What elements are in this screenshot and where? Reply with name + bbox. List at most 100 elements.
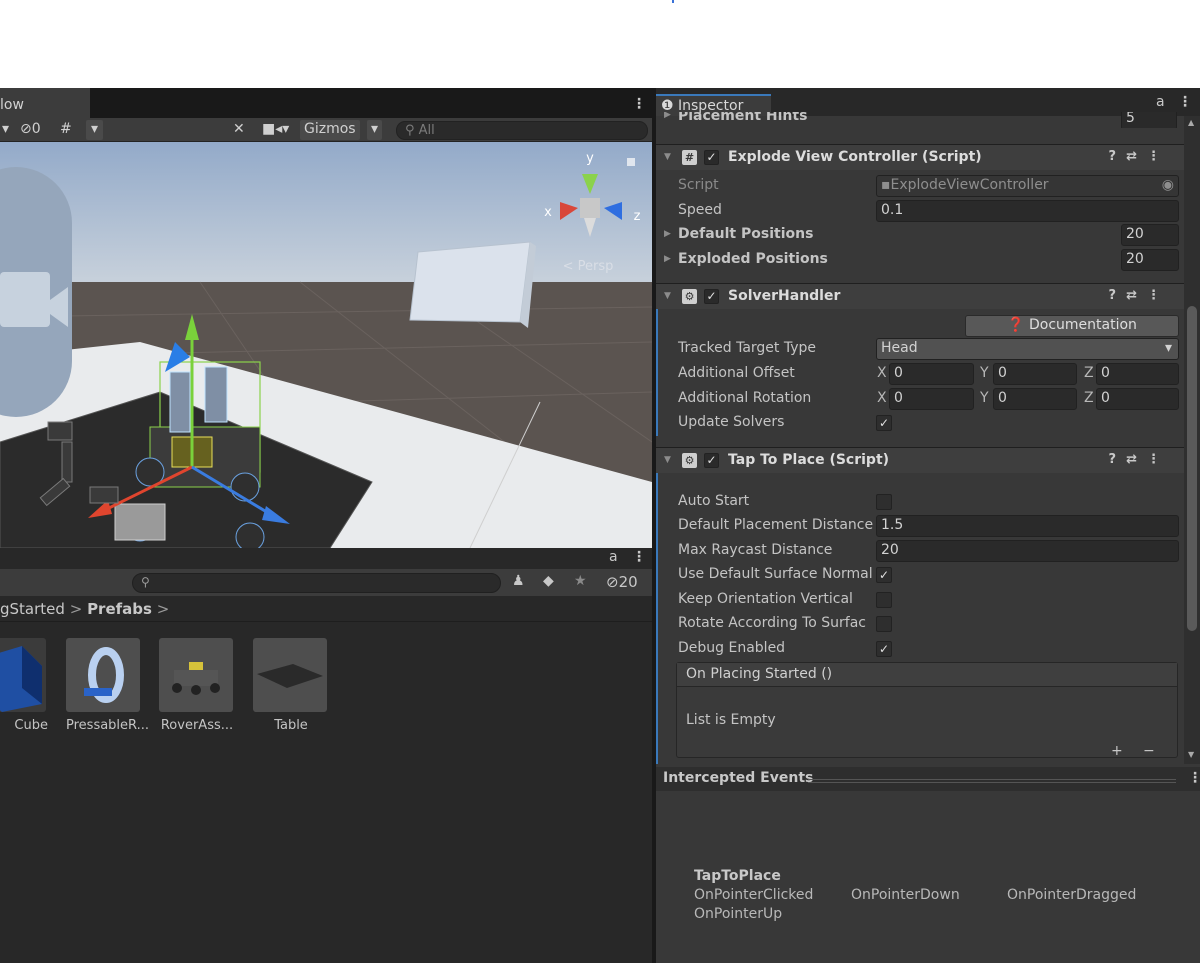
tracked-target-dropdown[interactable]: Head ▾ (876, 338, 1179, 360)
documentation-button[interactable]: ❓ Documentation (965, 315, 1179, 337)
scroll-up-icon[interactable]: ▲ (1188, 118, 1194, 127)
preset-icon[interactable]: ⇄ (1126, 288, 1147, 303)
script-field: ▪ExplodeViewController ◉ (876, 175, 1179, 197)
tab-scene[interactable]: low (0, 88, 90, 118)
max-raycast-field[interactable]: 20 (876, 540, 1179, 562)
speed-field[interactable]: 0.1 (876, 200, 1179, 222)
inspector-menu-icon[interactable]: ⋮ (1178, 94, 1192, 110)
z-axis-label[interactable]: Z (1084, 365, 1094, 381)
update-solvers-row: Update Solvers ✓ (656, 411, 1186, 435)
component-menu-icon[interactable]: ⋮ (1147, 149, 1170, 164)
object-picker-icon[interactable]: ◉ (1162, 177, 1174, 193)
exploded-positions-row[interactable]: ▶ Exploded Positions 20 (656, 248, 1186, 272)
rotate-surface-checkbox[interactable] (876, 616, 892, 632)
component-enabled-checkbox[interactable]: ✓ (704, 289, 719, 304)
rotation-y-field[interactable]: 0 (993, 388, 1077, 410)
offset-x-field[interactable]: 0 (889, 363, 974, 385)
tools-icon[interactable]: ✕ (233, 121, 245, 137)
tap-to-place-header[interactable]: ▼ ⚙ ✓ Tap To Place (Script) ?⇄⋮ (656, 447, 1186, 473)
component-menu-icon[interactable]: ⋮ (1147, 288, 1170, 303)
breadcrumb-current[interactable]: Prefabs (87, 600, 152, 618)
gizmos-button[interactable]: Gizmos (300, 120, 360, 140)
project-menu-icon[interactable]: ⋮ (632, 549, 646, 565)
lock-icon[interactable]: a (609, 549, 618, 565)
rotation-z-field[interactable]: 0 (1096, 388, 1179, 410)
events-menu-icon[interactable]: ⋮ (1188, 770, 1200, 786)
visibility-toggle[interactable]: ⊘0 (20, 121, 41, 137)
x-axis-label[interactable]: X (877, 365, 887, 381)
component-enabled-checkbox[interactable]: ✓ (704, 453, 719, 468)
additional-offset-row: Additional Offset X 0 Y 0 Z 0 (656, 362, 1186, 386)
hidden-packages-toggle[interactable]: ⊘20 (606, 573, 638, 591)
asset-item[interactable]: Cube (0, 638, 48, 733)
remove-listener-button[interactable]: − (1143, 743, 1155, 759)
help-icon[interactable]: ? (1109, 452, 1127, 467)
lock-icon[interactable]: a (1156, 94, 1165, 110)
gizmos-dropdown-icon[interactable]: ▾ (367, 120, 383, 140)
foldout-arrow-icon[interactable]: ▶ (664, 254, 671, 264)
scroll-down-icon[interactable]: ▼ (1188, 750, 1194, 759)
y-axis-label[interactable]: Y (980, 390, 989, 406)
label-icon[interactable]: ◆ (543, 573, 554, 589)
top-white-area (0, 0, 1200, 88)
script-field-value: ExplodeViewController (890, 177, 1049, 193)
component-menu-icon[interactable]: ⋮ (1147, 452, 1170, 467)
scene-menu-icon[interactable]: ⋮ (632, 96, 646, 112)
keep-vertical-label: Keep Orientation Vertical (678, 591, 853, 607)
help-icon[interactable]: ? (1109, 288, 1127, 303)
scene-search-input[interactable]: ⚲ All (396, 121, 648, 140)
solver-handler-header[interactable]: ▼ ⚙ ✓ SolverHandler ?⇄⋮ (656, 283, 1186, 309)
foldout-arrow-icon[interactable]: ▼ (664, 152, 671, 162)
foldout-arrow-icon[interactable]: ▼ (664, 291, 671, 301)
project-topbar: a ⋮ (0, 548, 652, 569)
component-enabled-checkbox[interactable]: ✓ (704, 150, 719, 165)
asset-item[interactable]: Table (253, 638, 329, 733)
foldout-arrow-icon[interactable]: ▶ (664, 229, 671, 239)
default-positions-row[interactable]: ▶ Default Positions 20 (656, 223, 1186, 247)
dropdown-arrow-icon[interactable]: ▾ (2, 121, 9, 137)
default-distance-field[interactable]: 1.5 (876, 515, 1179, 537)
offset-y-field[interactable]: 0 (993, 363, 1077, 385)
default-positions-size[interactable]: 20 (1121, 224, 1179, 246)
scrollbar-thumb[interactable] (1187, 306, 1197, 631)
foldout-arrow-icon[interactable]: ▼ (664, 455, 671, 465)
debug-enabled-checkbox[interactable]: ✓ (876, 641, 892, 657)
grid-icon[interactable]: # (60, 121, 72, 137)
placement-hints-size[interactable]: 5 (1121, 112, 1177, 128)
preset-icon[interactable]: ⇄ (1126, 452, 1147, 467)
rotate-surface-label: Rotate According To Surfac (678, 615, 866, 631)
placement-hints-row[interactable]: ▶ Placement Hints 5 (656, 112, 1186, 128)
y-axis-label[interactable]: Y (980, 365, 989, 381)
foldout-arrow-icon[interactable]: ▶ (664, 112, 671, 120)
favorite-star-icon[interactable]: ★ (574, 573, 587, 589)
asset-item[interactable]: PressableR... (66, 638, 149, 733)
event-item: OnPointerClicked (694, 887, 814, 903)
keep-vertical-checkbox[interactable] (876, 592, 892, 608)
intercepted-events-title: Intercepted Events (663, 770, 814, 786)
explode-view-header[interactable]: ▼ # ✓ Explode View Controller (Script) ?… (656, 144, 1186, 170)
scene-viewport[interactable]: y x z < Persp (0, 142, 652, 548)
preset-icon[interactable]: ⇄ (1126, 149, 1147, 164)
table-thumbnail (253, 638, 327, 712)
rotation-x-field[interactable]: 0 (889, 388, 974, 410)
breadcrumb-parent[interactable]: gStarted (0, 600, 65, 618)
add-listener-button[interactable]: + (1111, 743, 1123, 759)
filter-type-icon[interactable]: ♟ (512, 573, 525, 589)
update-solvers-checkbox[interactable]: ✓ (876, 415, 892, 431)
auto-start-checkbox[interactable] (876, 494, 892, 510)
x-axis-label[interactable]: X (877, 390, 887, 406)
offset-z-field[interactable]: 0 (1096, 363, 1179, 385)
exploded-positions-size[interactable]: 20 (1121, 249, 1179, 271)
camera-icon[interactable]: ■◂▾ (262, 121, 289, 137)
project-search-input[interactable]: ⚲ (132, 573, 501, 593)
lock-icon[interactable] (627, 158, 635, 166)
asset-item[interactable]: RoverAss... (159, 638, 235, 733)
auto-start-row: Auto Start (656, 490, 1186, 514)
use-default-normal-checkbox[interactable]: ✓ (876, 567, 892, 583)
scene-search-placeholder: All (418, 123, 435, 138)
exploded-positions-label: Exploded Positions (678, 251, 828, 267)
hidden-eye-icon: ⊘ (606, 573, 619, 591)
grid-dropdown-icon[interactable]: ▾ (86, 120, 104, 140)
help-icon[interactable]: ? (1109, 149, 1127, 164)
z-axis-label[interactable]: Z (1084, 390, 1094, 406)
